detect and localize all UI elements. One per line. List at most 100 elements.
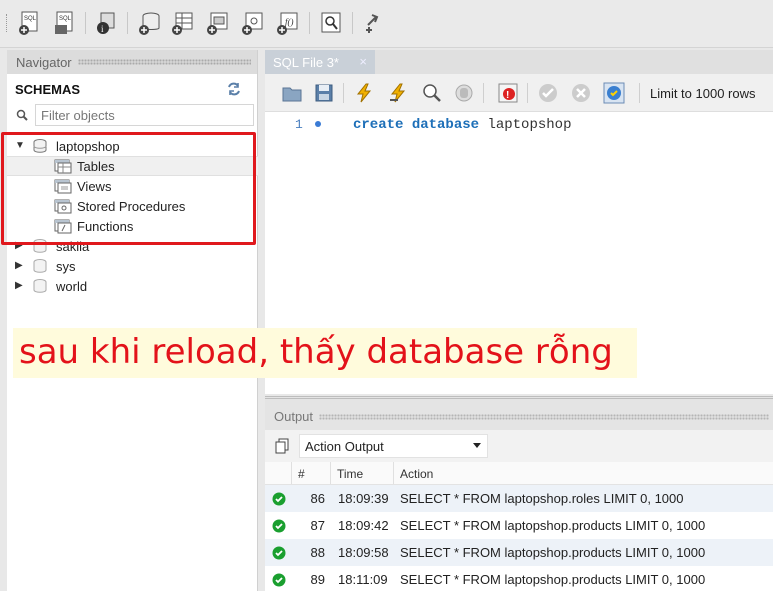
schema-name: world <box>56 278 88 294</box>
navigator-title: Navigator <box>16 54 72 70</box>
output-header: Output <box>265 396 773 430</box>
tree-item-label: Views <box>77 178 112 194</box>
grid-header: # Time Action <box>265 462 773 485</box>
success-check-icon <box>272 546 285 559</box>
output-title: Output <box>274 409 314 424</box>
search-table-data-icon[interactable] <box>318 10 344 36</box>
schema-item-sakila[interactable]: ▶ sakila <box>7 236 258 256</box>
keyword: database <box>411 117 480 133</box>
workbench-window: SQL SQL i f() Navigator SCHEMAS ▼ <box>0 0 773 591</box>
filter-row <box>13 104 254 126</box>
dropdown-caret-icon <box>473 443 481 448</box>
table-row[interactable]: 89 18:11:09 SELECT * FROM laptopshop.pro… <box>265 566 773 591</box>
collapsed-arrow-icon[interactable]: ▶ <box>15 260 27 272</box>
tree-item-functions[interactable]: Functions <box>7 216 258 236</box>
row-action: SELECT * FROM laptopshop.roles LIMIT 0, … <box>400 491 684 506</box>
toolbar-grip <box>6 14 8 32</box>
table-row[interactable]: 88 18:09:58 SELECT * FROM laptopshop.pro… <box>265 539 773 566</box>
toolbar-separator <box>85 12 86 34</box>
toolbar-separator <box>309 12 310 34</box>
tree-item-label: Tables <box>77 158 115 174</box>
search-icon <box>16 109 28 121</box>
row-time: 18:09:58 <box>338 545 389 560</box>
panel-grip <box>319 414 769 420</box>
toggle-stop-on-error-icon[interactable]: ! <box>497 82 519 104</box>
rollback-icon[interactable] <box>570 82 592 104</box>
table-row[interactable]: 87 18:09:42 SELECT * FROM laptopshop.pro… <box>265 512 773 539</box>
output-type-value: Action Output <box>305 439 384 454</box>
toolbar-separator <box>127 12 128 34</box>
editor-tab-strip: SQL File 3* × <box>265 50 773 74</box>
inspector-icon[interactable]: i <box>94 10 120 36</box>
svg-text:SQL: SQL <box>24 16 37 22</box>
explain-icon[interactable] <box>421 82 443 104</box>
success-check-icon <box>272 492 285 505</box>
open-file-icon[interactable] <box>281 82 303 104</box>
database-icon <box>33 259 47 273</box>
create-procedure-icon[interactable] <box>240 10 266 36</box>
statement-marker-icon <box>315 121 321 127</box>
row-time: 18:09:42 <box>338 518 389 533</box>
tab-close-icon[interactable]: × <box>359 54 367 69</box>
main-toolbar: SQL SQL i f() <box>0 0 773 48</box>
tree-item-label: Functions <box>77 218 134 234</box>
success-check-icon <box>272 519 285 532</box>
tree-item-tables[interactable]: Tables <box>7 156 258 176</box>
expanded-arrow-icon[interactable]: ▼ <box>15 140 27 152</box>
schema-tree: ▼ laptopshop Tables Views Stored Procedu… <box>7 136 258 296</box>
schema-name: laptopshop <box>56 138 120 154</box>
svg-text:SQL: SQL <box>59 16 72 22</box>
database-icon <box>33 139 47 153</box>
stop-icon[interactable] <box>453 82 475 104</box>
functions-folder-icon <box>54 219 72 233</box>
schema-item-sys[interactable]: ▶ sys <box>7 256 258 276</box>
limit-rows-select[interactable]: Limit to 1000 rows <box>650 86 756 101</box>
output-toolbar: Action Output <box>265 430 773 462</box>
database-icon <box>33 279 47 293</box>
svg-text:f(): f() <box>285 17 294 27</box>
row-time: 18:11:09 <box>338 572 388 587</box>
row-action: SELECT * FROM laptopshop.products LIMIT … <box>400 518 706 533</box>
collapsed-arrow-icon[interactable]: ▶ <box>15 280 27 292</box>
create-schema-icon[interactable] <box>137 10 163 36</box>
toolbar-separator <box>343 83 344 103</box>
column-header[interactable]: Action <box>394 462 773 484</box>
identifier: laptopshop <box>487 117 572 133</box>
schema-name: sys <box>56 258 76 274</box>
save-icon[interactable] <box>313 82 335 104</box>
collapsed-arrow-icon[interactable]: ▶ <box>15 240 27 252</box>
output-type-select[interactable]: Action Output <box>299 434 488 458</box>
tree-item-stored-procedures[interactable]: Stored Procedures <box>7 196 258 216</box>
toolbar-separator <box>527 83 528 103</box>
open-sql-script-icon[interactable]: SQL <box>52 10 78 36</box>
refresh-icon[interactable] <box>227 82 241 96</box>
column-header[interactable]: Time <box>331 462 394 484</box>
reconnect-icon[interactable] <box>360 10 386 36</box>
row-number: 89 <box>310 572 325 587</box>
status-column-header <box>265 462 292 484</box>
row-time: 18:09:39 <box>338 491 389 506</box>
tables-folder-icon <box>54 159 72 173</box>
filter-objects-input[interactable] <box>35 104 254 126</box>
tab-sql-file-3[interactable]: SQL File 3* × <box>265 50 375 74</box>
copy-icon[interactable] <box>274 438 290 454</box>
autocommit-toggle-icon[interactable] <box>603 82 625 104</box>
tree-item-views[interactable]: Views <box>7 176 258 196</box>
schema-item-world[interactable]: ▶ world <box>7 276 258 296</box>
column-header[interactable]: # <box>292 462 331 484</box>
editor-toolbar: ! Limit to 1000 rows <box>265 74 773 112</box>
create-view-icon[interactable] <box>205 10 231 36</box>
commit-icon[interactable] <box>537 82 559 104</box>
create-table-icon[interactable] <box>170 10 196 36</box>
new-sql-tab-icon[interactable]: SQL <box>17 10 43 36</box>
procedures-folder-icon <box>54 199 72 213</box>
annotation-caption: sau khi reload, thấy database rỗng <box>19 332 613 372</box>
execute-current-icon[interactable] <box>387 82 409 104</box>
row-action: SELECT * FROM laptopshop.products LIMIT … <box>400 545 706 560</box>
schema-item-laptopshop[interactable]: ▼ laptopshop <box>7 136 258 156</box>
table-row[interactable]: 86 18:09:39 SELECT * FROM laptopshop.rol… <box>265 485 773 512</box>
create-function-icon[interactable]: f() <box>275 10 301 36</box>
schemas-label: SCHEMAS <box>15 81 81 97</box>
execute-icon[interactable] <box>353 82 375 104</box>
row-number: 87 <box>310 518 325 533</box>
